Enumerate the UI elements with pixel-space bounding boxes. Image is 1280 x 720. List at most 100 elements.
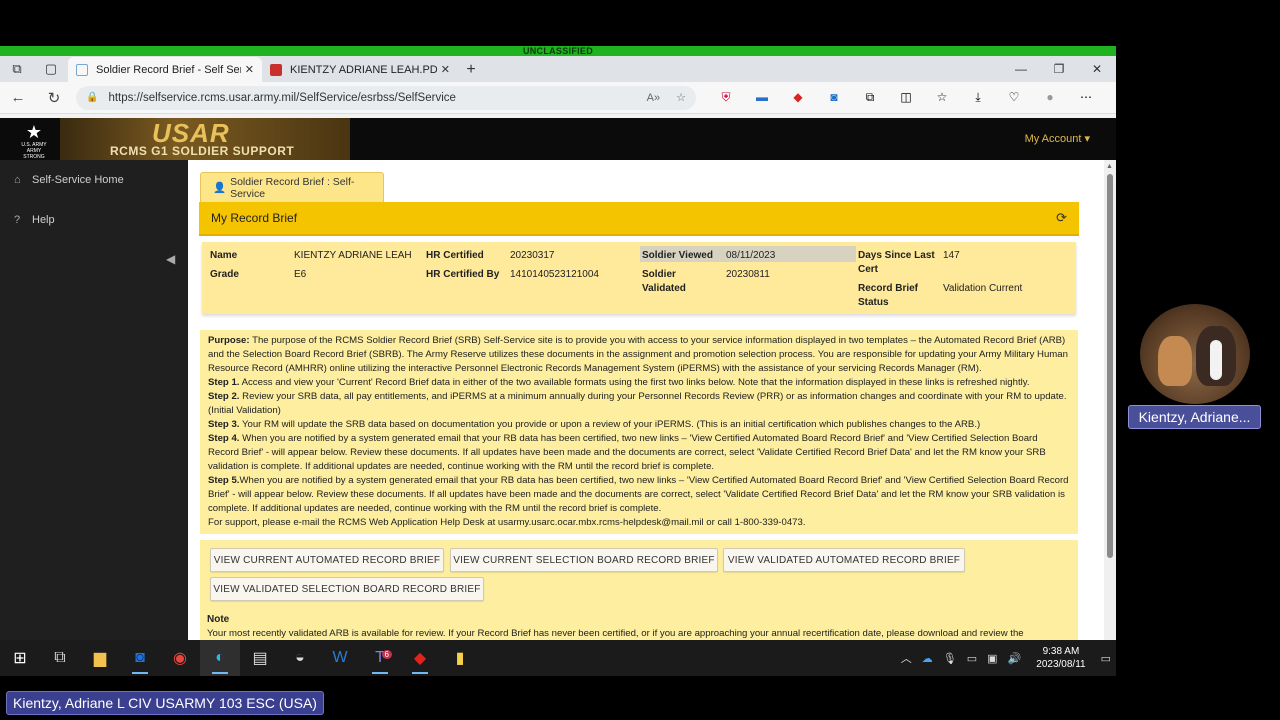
read-aloud-icon[interactable]: A» — [647, 92, 660, 104]
view-current-arb-button[interactable]: VIEW CURRENT AUTOMATED RECORD BRIEF — [210, 548, 444, 572]
chevron-up-icon[interactable]: ︿ — [901, 650, 912, 666]
photos-icon[interactable]: ◒ — [280, 640, 320, 676]
workspaces-icon[interactable]: ⧉ — [0, 56, 34, 82]
panel-title: My Record Brief — [211, 211, 298, 225]
minimize-icon[interactable]: — — [1002, 56, 1040, 82]
microphone-icon[interactable]: 🎙 — [943, 652, 957, 665]
tab-title: Soldier Record Brief : Self-Service — [230, 175, 355, 200]
refresh-panel-icon[interactable]: ⟳ — [1056, 210, 1067, 226]
view-validated-sbrb-button[interactable]: VIEW VALIDATED SELECTION BOARD RECORD BR… — [210, 577, 484, 601]
notifications-icon[interactable]: ▭ — [1101, 652, 1111, 665]
soldier-viewed-label: Soldier Viewed — [642, 250, 713, 261]
performance-icon[interactable]: ♡ — [996, 90, 1032, 105]
grade-value: E6 — [294, 269, 307, 280]
grade-label: Grade — [210, 269, 239, 280]
step2-text: Review your SRB data, all pay entitlemen… — [208, 391, 1067, 416]
card-extension-icon[interactable]: ▬ — [744, 90, 780, 105]
back-icon[interactable]: ← — [0, 89, 36, 106]
step5-label: Step 5. — [208, 475, 240, 486]
url-field[interactable]: 🔒 https://selfservice.rcms.usar.army.mil… — [76, 85, 696, 110]
extensions-icon[interactable]: ⧉ — [852, 90, 888, 105]
user-icon: 👤 — [213, 182, 227, 194]
shield-extension-icon[interactable]: ⛨ — [708, 90, 744, 105]
banner-subtitle: RCMS G1 SOLDIER SUPPORT — [110, 144, 295, 158]
collapse-sidebar-icon[interactable]: ◀ — [166, 252, 175, 266]
refresh-icon[interactable]: ↻ — [36, 89, 72, 107]
logo-subtext: ARMY STRONG — [23, 148, 45, 160]
tab-soldier-record-brief-self-service[interactable]: 👤 Soldier Record Brief : Self-Service — [200, 172, 384, 202]
acrobat-icon[interactable]: ◆ — [780, 90, 816, 105]
window-controls: — ❐ ✕ — [1002, 56, 1116, 82]
tab-actions-icon[interactable]: ▢ — [34, 56, 68, 82]
extensions: ⛨ ▬ ◆ ◙ ⧉ ◫ ☆ ⤓ ♡ ● ⋯ — [708, 90, 1104, 105]
army-logo[interactable]: ★ U.S. ARMY ARMY STRONG — [18, 122, 50, 160]
screen-root: UNCLASSIFIED ⧉ ▢ Soldier Record Brief - … — [0, 0, 1280, 720]
participant-avatar[interactable] — [1140, 304, 1250, 404]
network-icon[interactable]: ▣ — [987, 652, 997, 665]
downloads-icon[interactable]: ⤓ — [960, 90, 996, 105]
name-label: Name — [210, 250, 238, 261]
home-icon: ⌂ — [14, 174, 21, 186]
close-tab-icon[interactable]: ✕ — [245, 63, 254, 76]
split-screen-icon[interactable]: ◫ — [888, 90, 924, 105]
restore-icon[interactable]: ❐ — [1040, 56, 1078, 82]
support-text: For support, please e-mail the RCMS Web … — [208, 517, 806, 528]
step4-text: When you are notified by a system genera… — [208, 433, 1046, 472]
step1-text: Access and view your 'Current' Record Br… — [241, 377, 1030, 388]
sticky-notes-icon[interactable]: ▮ — [440, 640, 480, 676]
clock-date: 2023/08/11 — [1036, 659, 1086, 670]
edge-icon[interactable]: ◐ — [200, 640, 240, 676]
browser-tabbar: ⧉ ▢ Soldier Record Brief - Self Servic ✕… — [0, 56, 1116, 82]
scroll-thumb[interactable] — [1107, 174, 1113, 558]
onedrive-icon[interactable]: ☁ — [922, 652, 933, 665]
purpose-paragraph: Purpose: The purpose of the RCMS Soldier… — [208, 334, 1070, 376]
close-tab-icon[interactable]: ✕ — [441, 63, 450, 76]
word-icon[interactable]: W — [320, 640, 360, 676]
volume-icon[interactable]: 🔊 — [1008, 652, 1022, 665]
web-page: ★ U.S. ARMY ARMY STRONG USAR RCMS G1 SOLDI… — [0, 118, 1116, 676]
tab-soldier-record-brief[interactable]: Soldier Record Brief - Self Servic ✕ — [68, 57, 262, 82]
step1-label: Step 1. — [208, 377, 240, 388]
main-content: 👤 Soldier Record Brief : Self-Service My… — [188, 160, 1104, 676]
my-account-menu[interactable]: My Account ▾ — [1025, 132, 1090, 145]
step-3: Step 3. Your RM will update the SRB data… — [208, 418, 1070, 432]
sidebar-item-home[interactable]: ⌂ Self-Service Home — [0, 170, 188, 190]
page-scrollbar[interactable]: ▲ ▼ — [1104, 160, 1116, 676]
chrome-icon[interactable]: ◉ — [160, 640, 200, 676]
windows-taskbar: ⊞ ⧉ ▆ ◙ ◉ ◐ ▤ ◒ W T6 ◆ ▮ ︿ ☁ 🎙 ▭ ▣ 🔊 9:3… — [0, 640, 1116, 676]
view-current-sbrb-button[interactable]: VIEW CURRENT SELECTION BOARD RECORD BRIE… — [450, 548, 718, 572]
step3-label: Step 3. — [208, 419, 240, 430]
lock-icon[interactable]: 🔒 — [86, 92, 98, 103]
task-view-icon[interactable]: ⧉ — [40, 640, 80, 676]
teams-icon[interactable]: T6 — [360, 640, 400, 676]
step-1: Step 1. Access and view your 'Current' R… — [208, 376, 1070, 390]
site-banner: USAR RCMS G1 SOLDIER SUPPORT — [60, 118, 350, 160]
favorites-icon[interactable]: ☆ — [924, 90, 960, 105]
rb-status-label-2: Status — [858, 297, 889, 308]
url-text: https://selfservice.rcms.usar.army.mil/S… — [108, 91, 456, 104]
battery-icon[interactable]: ▭ — [967, 652, 977, 665]
tab-pdf[interactable]: KIENTZY ADRIANE LEAH.PDF ✕ — [262, 57, 458, 82]
windows-start-icon[interactable]: ⊞ — [0, 640, 40, 676]
help-icon: ? — [14, 214, 21, 226]
step4-label: Step 4. — [208, 433, 240, 444]
address-bar-row: ← ↻ 🔒 https://selfservice.rcms.usar.army… — [0, 82, 1116, 114]
hr-certified-by-label: HR Certified By — [426, 269, 500, 280]
presenter-name-badge: Kientzy, Adriane L CIV USARMY 103 ESC (U… — [6, 691, 324, 715]
acrobat-icon[interactable]: ◆ — [400, 640, 440, 676]
more-menu-icon[interactable]: ⋯ — [1068, 90, 1104, 105]
note-title: Note — [207, 614, 230, 625]
close-window-icon[interactable]: ✕ — [1078, 56, 1116, 82]
tab-label: Soldier Record Brief - Self Servic — [96, 63, 241, 76]
profile-avatar[interactable]: ● — [1032, 90, 1068, 105]
view-validated-arb-button[interactable]: VIEW VALIDATED AUTOMATED RECORD BRIEF — [723, 548, 965, 572]
file-explorer-icon[interactable]: ▆ — [80, 640, 120, 676]
taskbar-clock[interactable]: 9:38 AM 2023/08/11 — [1036, 645, 1085, 671]
sidebar-item-help[interactable]: ? Help — [0, 210, 188, 230]
scroll-up-icon[interactable]: ▲ — [1106, 163, 1113, 170]
new-tab-icon[interactable]: + — [458, 57, 484, 82]
outlook-icon[interactable]: ◙ — [120, 640, 160, 676]
notepad-icon[interactable]: ▤ — [240, 640, 280, 676]
outlook-icon[interactable]: ◙ — [816, 90, 852, 105]
favorite-star-icon[interactable]: ☆ — [676, 91, 686, 104]
